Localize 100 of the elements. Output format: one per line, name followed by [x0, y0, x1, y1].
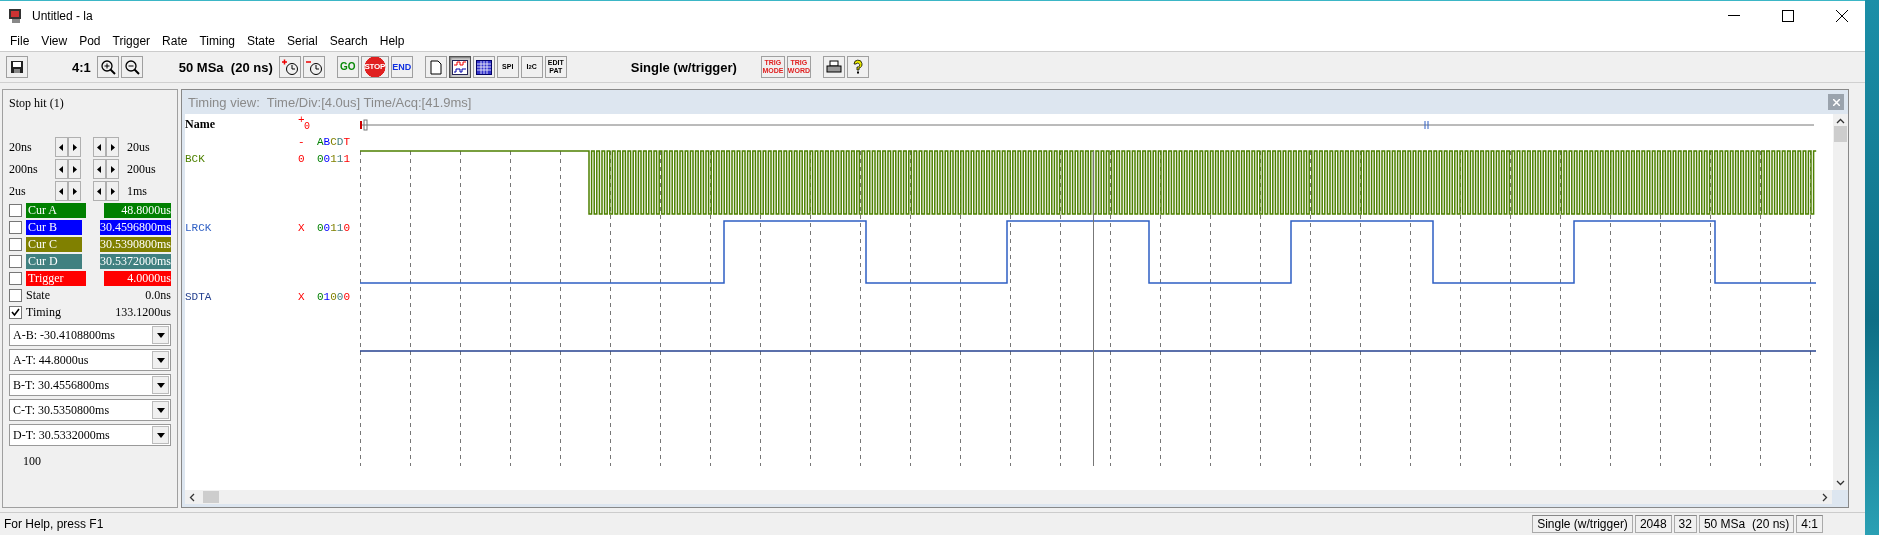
- cursor-value: 0.0ns: [144, 288, 171, 303]
- sample-rate: 50 MSa (20 ns): [177, 59, 274, 75]
- page-icon: [429, 59, 442, 75]
- left-arrow-icon: [97, 143, 102, 151]
- left-arrow-icon: [59, 165, 64, 173]
- step-left-button[interactable]: [55, 181, 68, 201]
- delta-dropdown[interactable]: A-T: 44.8000us: [9, 349, 171, 371]
- status-pane: 50 MSa (20 ns): [1698, 515, 1795, 533]
- run-control-button[interactable]: GO: [336, 56, 359, 78]
- menu-item[interactable]: Trigger: [106, 34, 157, 48]
- right-arrow-icon: [110, 165, 115, 173]
- step-right-button[interactable]: [68, 181, 81, 201]
- right-arrow-icon: [72, 187, 77, 195]
- save-button[interactable]: [6, 56, 28, 78]
- rate-down-button[interactable]: [302, 56, 325, 78]
- print-button[interactable]: [822, 56, 845, 78]
- zoom-ratio: 4:1: [71, 59, 92, 75]
- help-hint: For Help, press F1: [3, 517, 105, 531]
- status-pane: 32: [1673, 515, 1697, 533]
- horizontal-scrollbar[interactable]: [185, 490, 1832, 504]
- checkbox[interactable]: [9, 255, 22, 268]
- help-button[interactable]: [846, 56, 869, 78]
- status-pane: 4:1: [1796, 515, 1823, 533]
- menu-item[interactable]: Search: [323, 34, 374, 48]
- cursor-value: 30.5390800ms: [100, 237, 171, 252]
- right-arrow-icon: [72, 165, 77, 173]
- step-label: 2us: [9, 183, 27, 199]
- checkbox[interactable]: [9, 272, 22, 285]
- step-right-button[interactable]: [106, 181, 119, 201]
- cursor-label: State: [26, 288, 51, 303]
- menu-item[interactable]: Serial: [281, 34, 324, 48]
- waveform-icon: [451, 59, 468, 75]
- close-icon: [1836, 10, 1848, 22]
- scroll-left-icon[interactable]: [189, 492, 195, 502]
- step-right-button[interactable]: [68, 159, 81, 179]
- clock-minus-icon: [304, 58, 323, 76]
- step-left-button[interactable]: [93, 181, 106, 201]
- grid-icon: [475, 59, 492, 75]
- delta-dropdown[interactable]: B-T: 30.4556800ms: [9, 374, 171, 396]
- menu-item[interactable]: File: [4, 34, 36, 48]
- delta-dropdown[interactable]: D-T: 30.5332000ms: [9, 424, 171, 446]
- polarity-plus: +: [298, 114, 305, 126]
- checkbox[interactable]: [9, 221, 22, 234]
- zoom-out-button[interactable]: [120, 56, 143, 78]
- cursor-label: Timing: [26, 305, 62, 320]
- channel-name: SDTA: [185, 291, 213, 303]
- step-left-button[interactable]: [93, 137, 106, 157]
- right-arrow-icon: [110, 143, 115, 151]
- menu-item[interactable]: View: [35, 34, 74, 48]
- scroll-down-icon[interactable]: [1836, 480, 1845, 486]
- cursor-value: 4.0000us: [104, 271, 171, 286]
- zoom-in-icon: [99, 59, 116, 75]
- close-button[interactable]: [1828, 94, 1844, 110]
- checkbox[interactable]: [9, 238, 22, 251]
- name-header: Name: [185, 117, 215, 132]
- menu-item[interactable]: Timing: [193, 34, 241, 48]
- maximize-icon: [1782, 10, 1794, 22]
- menu-item[interactable]: State: [241, 34, 282, 48]
- polarity-minus: -: [298, 136, 305, 148]
- capture-mode: Single (w/trigger): [629, 59, 738, 75]
- cursor-value: 48.8000us: [104, 203, 171, 218]
- step-right-button[interactable]: [106, 159, 119, 179]
- menu-item[interactable]: Pod: [73, 34, 107, 48]
- cursor-value: 133.1200us: [114, 305, 171, 320]
- menu-item[interactable]: Rate: [156, 34, 194, 48]
- scrollbar-thumb[interactable]: [1834, 126, 1847, 142]
- dropdown-arrow-icon: [156, 332, 165, 338]
- channel-name: BCK: [185, 153, 206, 165]
- step-left-button[interactable]: [55, 159, 68, 179]
- delta-dropdown[interactable]: C-T: 30.5350800ms: [9, 399, 171, 421]
- cursor-label: Cur B: [26, 220, 82, 235]
- close-icon: [1832, 98, 1840, 106]
- scrollbar-thumb[interactable]: [203, 491, 219, 503]
- checkbox[interactable]: [9, 306, 22, 319]
- step-left-button[interactable]: [93, 159, 106, 179]
- delta-dropdown[interactable]: A-B: -30.4108800ms: [9, 324, 171, 346]
- zoom-in-button[interactable]: [96, 56, 119, 78]
- step-right-button[interactable]: [68, 137, 81, 157]
- save-icon: [10, 60, 24, 74]
- step-label: 200ns: [9, 161, 39, 177]
- run-control-button[interactable]: END: [390, 56, 413, 78]
- channel-bits: 00110: [317, 222, 351, 234]
- menu-item[interactable]: Help: [373, 34, 411, 48]
- checkbox[interactable]: [9, 289, 22, 302]
- channel-polarity: 0: [298, 153, 306, 165]
- vertical-scrollbar[interactable]: [1833, 114, 1848, 490]
- step-right-button[interactable]: [106, 137, 119, 157]
- view-button[interactable]: [472, 56, 495, 78]
- app-icon: [8, 8, 24, 24]
- left-arrow-icon: [59, 143, 64, 151]
- rate-up-button[interactable]: [278, 56, 301, 78]
- scroll-up-icon[interactable]: [1836, 118, 1845, 124]
- run-control-button[interactable]: STOP: [360, 56, 389, 78]
- view-button[interactable]: [448, 56, 471, 78]
- checkbox[interactable]: [9, 204, 22, 217]
- scroll-right-icon[interactable]: [1822, 492, 1828, 502]
- cursor-value: 30.4596800ms: [100, 220, 171, 235]
- step-left-button[interactable]: [55, 137, 68, 157]
- right-arrow-icon: [110, 187, 115, 195]
- left-arrow-icon: [97, 165, 102, 173]
